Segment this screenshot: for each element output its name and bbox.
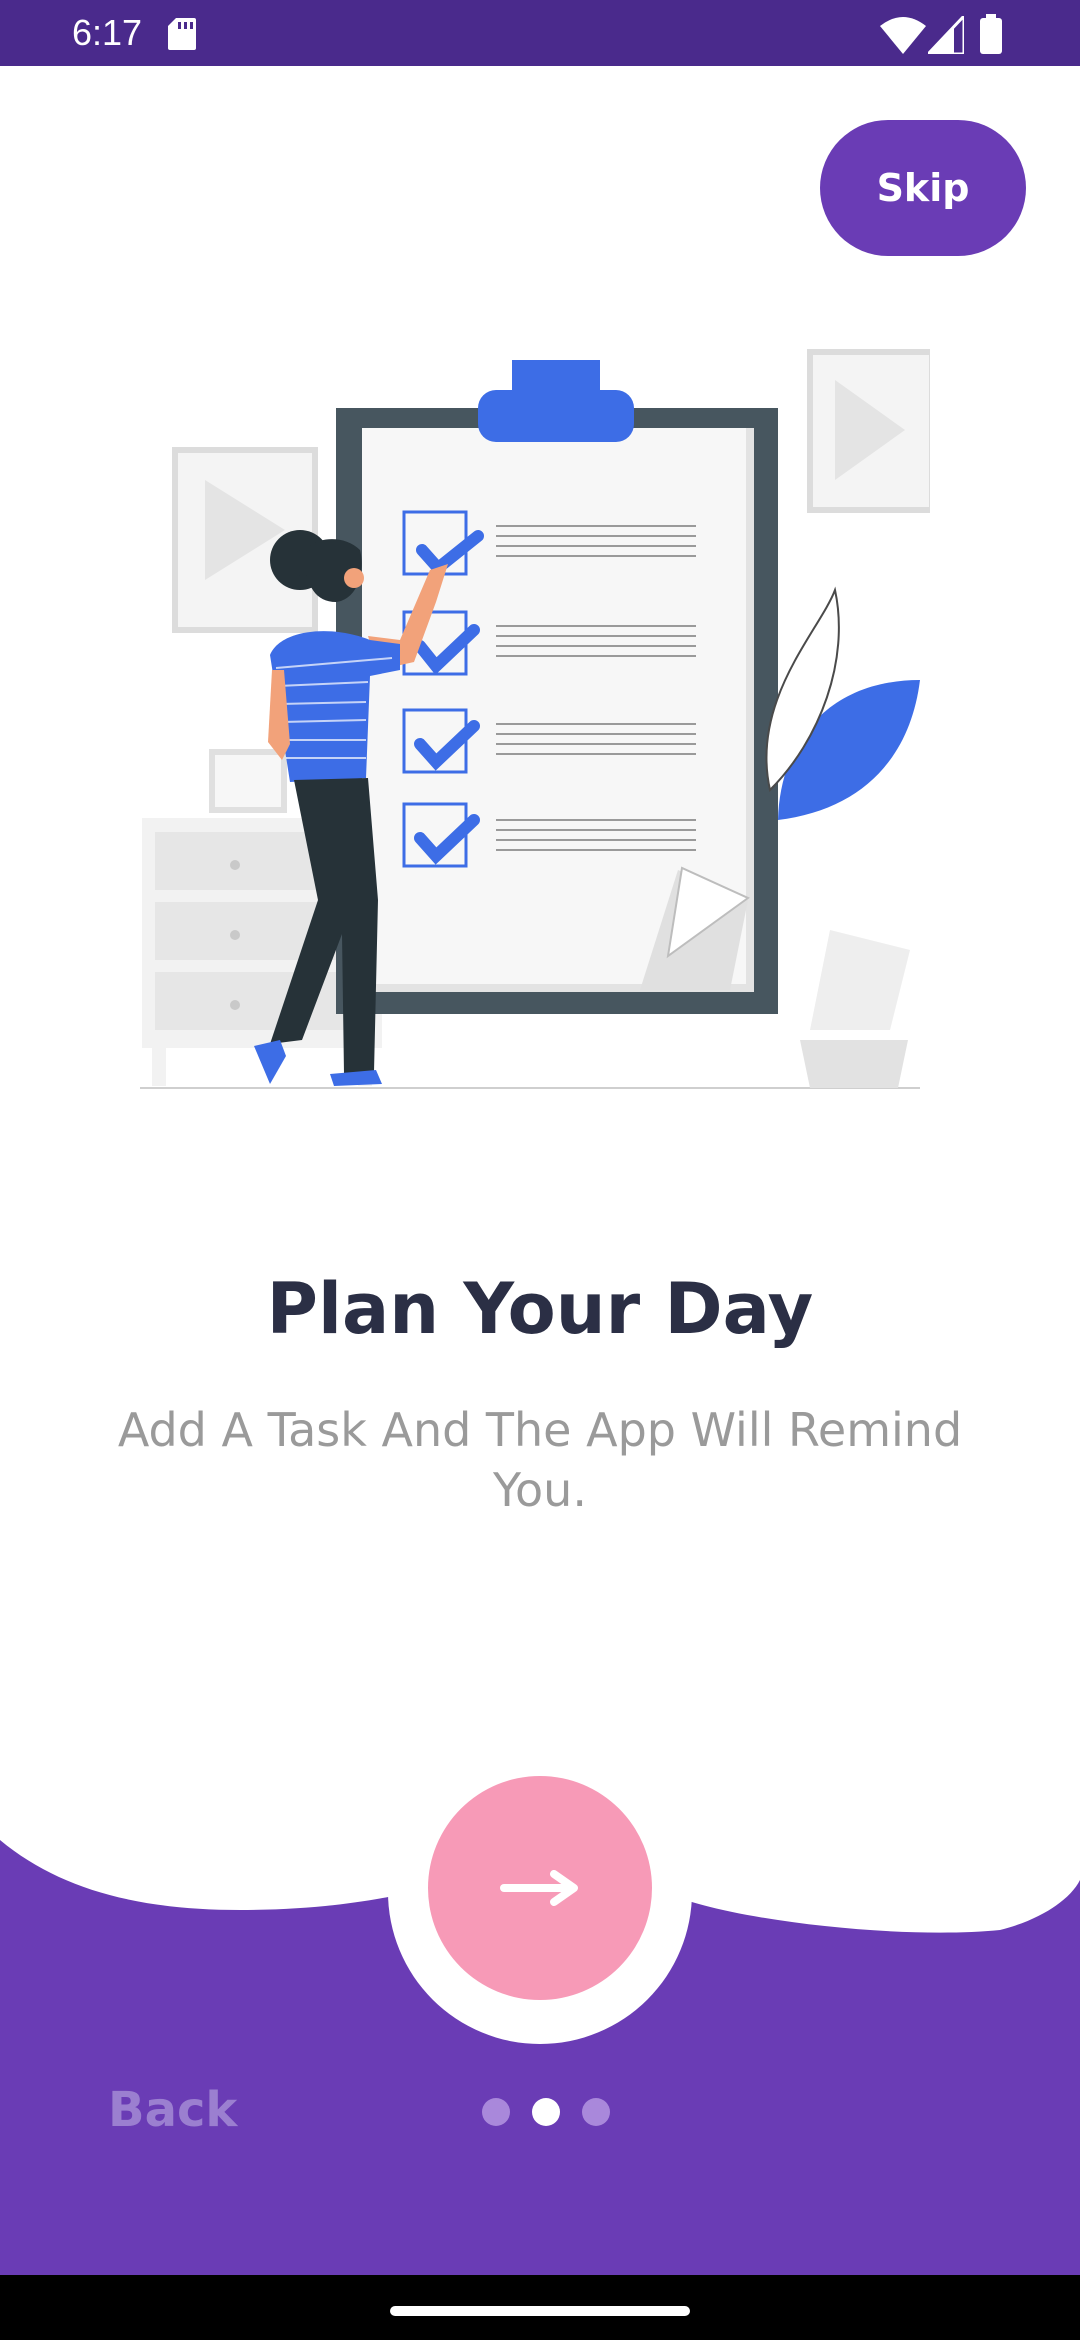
- page-dot-1: [482, 2098, 510, 2126]
- home-indicator[interactable]: [390, 2306, 690, 2316]
- skip-button[interactable]: Skip: [820, 120, 1026, 256]
- page-indicator: [482, 2098, 610, 2126]
- arrow-right-icon: [500, 1870, 578, 1906]
- back-button[interactable]: Back: [108, 2082, 237, 2138]
- page-dot-3: [582, 2098, 610, 2126]
- status-bar: 6:17: [0, 0, 1080, 66]
- next-button[interactable]: [428, 1776, 652, 2000]
- battery-icon: [980, 14, 1002, 54]
- status-time: 6:17: [72, 12, 143, 53]
- onboarding-illustration: [140, 349, 930, 1089]
- page-dot-2: [532, 2098, 560, 2126]
- onboarding-title: Plan Your Day: [266, 1268, 814, 1350]
- signal-icon: [928, 16, 964, 54]
- onboarding-subtitle: Add A Task And The App Will Remind You.: [117, 1403, 963, 1517]
- sd-card-icon: [168, 18, 196, 50]
- wifi-icon: [880, 17, 926, 54]
